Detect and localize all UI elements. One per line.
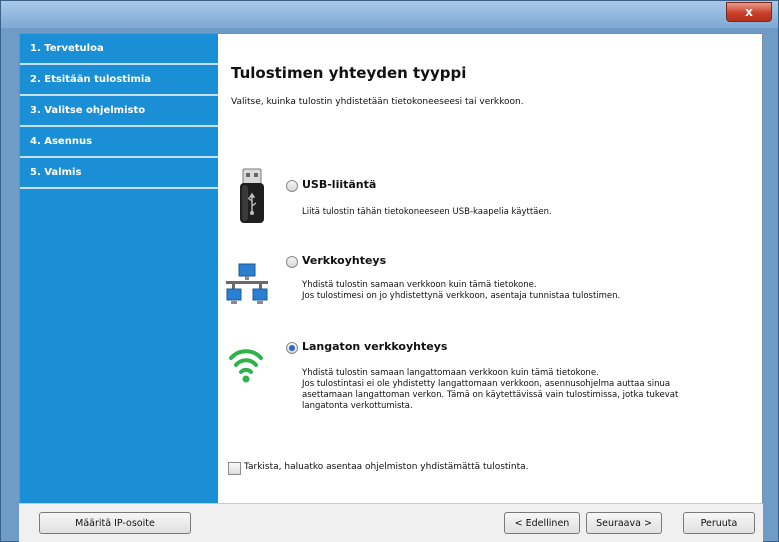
install-without-printer-checkbox[interactable] bbox=[228, 462, 241, 475]
usb-radio[interactable] bbox=[286, 180, 298, 192]
sidebar-item-done: 5. Valmis bbox=[20, 158, 218, 189]
network-option-label[interactable]: Verkkoyhteys bbox=[302, 254, 386, 267]
usb-option-description: Liitä tulostin tähän tietokoneeseen USB-… bbox=[302, 207, 552, 217]
close-button[interactable]: x bbox=[726, 2, 772, 22]
main-panel: Tulostimen yhteyden tyyppi Valitse, kuin… bbox=[218, 34, 762, 503]
network-option-description: Yhdistä tulostin samaan verkkoon kuin tä… bbox=[302, 280, 621, 301]
button-bar: Määritä IP-osoite < Edellinen Seuraava >… bbox=[19, 503, 763, 542]
page-title: Tulostimen yhteyden tyyppi bbox=[231, 64, 467, 82]
next-button[interactable]: Seuraava > bbox=[586, 512, 662, 534]
sidebar-item-search: 2. Etsitään tulostimia bbox=[20, 65, 218, 96]
network-icon bbox=[226, 263, 268, 304]
network-radio[interactable] bbox=[286, 256, 298, 268]
usb-icon bbox=[240, 168, 264, 223]
back-button[interactable]: < Edellinen bbox=[504, 512, 580, 534]
page-description: Valitse, kuinka tulostin yhdistetään tie… bbox=[231, 97, 524, 107]
close-icon: x bbox=[745, 5, 753, 19]
cancel-button[interactable]: Peruuta bbox=[683, 512, 755, 534]
set-ip-address-button[interactable]: Määritä IP-osoite bbox=[39, 512, 191, 534]
wireless-radio[interactable] bbox=[286, 342, 298, 354]
title-bar: x bbox=[1, 1, 778, 28]
wifi-icon bbox=[229, 349, 263, 383]
install-without-printer-label[interactable]: Tarkista, haluatko asentaa ohjelmiston y… bbox=[244, 462, 529, 472]
wireless-option-label[interactable]: Langaton verkkoyhteys bbox=[302, 340, 447, 353]
usb-option-label[interactable]: USB-liitäntä bbox=[302, 178, 376, 191]
installer-window: x 1. Tervetuloa 2. Etsitään tulostimia 3… bbox=[0, 0, 779, 542]
wireless-option-description: Yhdistä tulostin samaan langattomaan ver… bbox=[302, 368, 679, 411]
sidebar: 1. Tervetuloa 2. Etsitään tulostimia 3. … bbox=[20, 34, 218, 503]
sidebar-item-software: 3. Valitse ohjelmisto bbox=[20, 96, 218, 127]
sidebar-item-welcome: 1. Tervetuloa bbox=[20, 34, 218, 65]
sidebar-item-install: 4. Asennus bbox=[20, 127, 218, 158]
content-frame: 1. Tervetuloa 2. Etsitään tulostimia 3. … bbox=[19, 33, 763, 504]
